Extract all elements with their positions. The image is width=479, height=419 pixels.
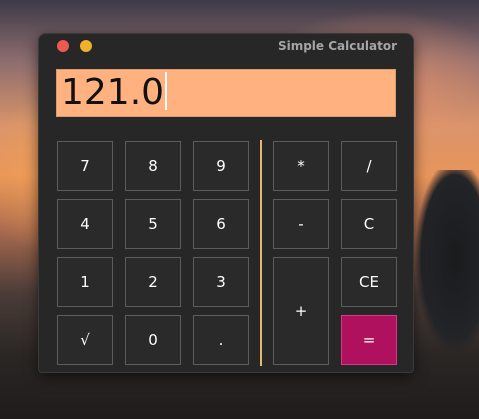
calculator-window: Simple Calculator 121.0 7 8 9 4 5 6 1 2 … xyxy=(38,33,414,373)
key-3[interactable]: 3 xyxy=(193,257,249,307)
clear-button[interactable]: C xyxy=(341,199,397,249)
title-bar: Simple Calculator xyxy=(39,34,413,58)
key-6[interactable]: 6 xyxy=(193,199,249,249)
key-4[interactable]: 4 xyxy=(57,199,113,249)
decimal-button[interactable]: . xyxy=(193,315,249,365)
display-value: 121.0 xyxy=(61,72,165,113)
window-title: Simple Calculator xyxy=(277,39,397,53)
multiply-button[interactable]: * xyxy=(273,141,329,191)
close-window-button[interactable] xyxy=(57,40,69,52)
key-8[interactable]: 8 xyxy=(125,141,181,191)
add-button[interactable]: + xyxy=(273,257,329,365)
key-7[interactable]: 7 xyxy=(57,141,113,191)
key-0[interactable]: 0 xyxy=(125,315,181,365)
key-1[interactable]: 1 xyxy=(57,257,113,307)
keypad-divider xyxy=(260,140,262,366)
key-9[interactable]: 9 xyxy=(193,141,249,191)
sqrt-button[interactable]: √ xyxy=(57,315,113,365)
subtract-button[interactable]: - xyxy=(273,199,329,249)
key-2[interactable]: 2 xyxy=(125,257,181,307)
equals-button[interactable]: = xyxy=(341,315,397,365)
key-5[interactable]: 5 xyxy=(125,199,181,249)
result-display[interactable]: 121.0 xyxy=(56,69,396,117)
minimize-window-button[interactable] xyxy=(80,40,92,52)
divide-button[interactable]: / xyxy=(341,141,397,191)
clear-entry-button[interactable]: CE xyxy=(341,257,397,307)
text-cursor xyxy=(165,72,168,110)
